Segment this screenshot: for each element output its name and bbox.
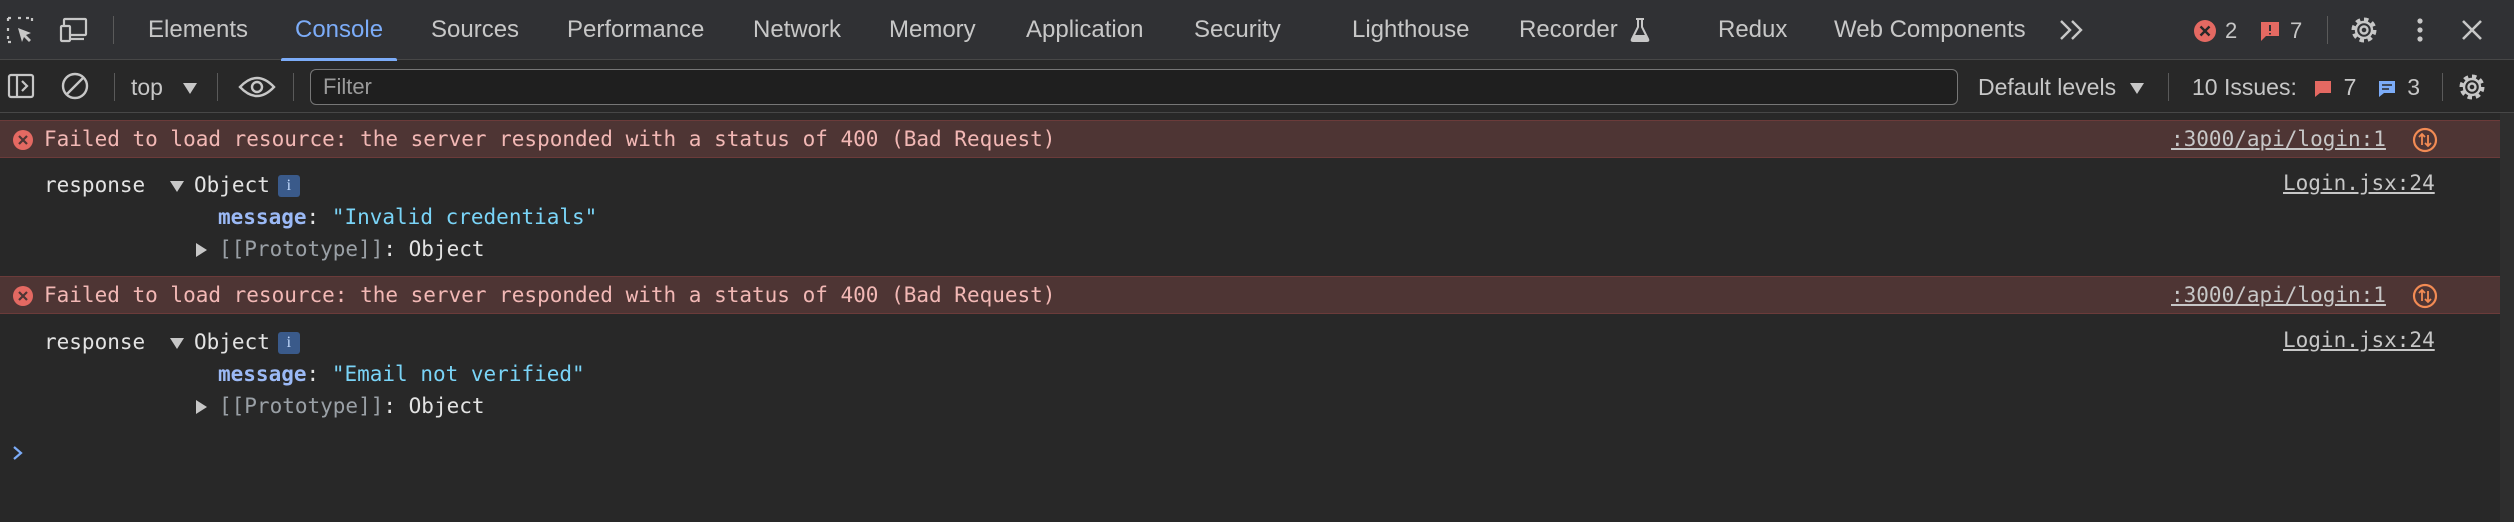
error-icon [13,286,33,306]
inspect-element-icon[interactable] [4,14,36,46]
console-settings-gear-icon[interactable] [2456,71,2488,103]
tab-performance[interactable]: Performance [567,0,704,60]
issues-info-count: 3 [2407,74,2420,100]
network-request-icon[interactable] [2412,127,2438,153]
warning-flag-icon [2315,80,2332,97]
tab-lighthouse[interactable]: Lighthouse [1352,0,1469,60]
devtools-tab-bar: Elements Console Sources Performance Net… [0,0,2514,61]
error-source-link[interactable]: :3000/api/login:1 [2171,127,2386,151]
chat-icon [2378,80,2395,97]
object-label: Object [194,330,270,354]
divider [217,73,218,101]
filter-input[interactable] [310,69,1958,105]
collapse-arrow-icon [196,243,207,257]
divider [293,73,294,101]
tab-security[interactable]: Security [1194,0,1281,60]
info-badge-icon[interactable]: i [277,175,300,197]
log-source-link[interactable]: Login.jsx:24 [2283,328,2435,352]
network-request-icon[interactable] [2412,283,2438,309]
tab-network[interactable]: Network [753,0,841,60]
error-message: Failed to load resource: the server resp… [0,120,2500,158]
object-toggle[interactable]: Object i [170,173,300,197]
log-label: response [44,330,146,354]
tab-redux[interactable]: Redux [1718,0,1787,60]
issues-summary[interactable]: 10 Issues: 7 3 [2192,61,2420,113]
divider [2168,73,2169,101]
object-label: Object [194,173,270,197]
prototype-label: [[Prototype]] [219,237,384,261]
tab-elements[interactable]: Elements [148,0,248,60]
error-counter[interactable]: 2 [2193,18,2237,44]
device-toolbar-icon[interactable] [58,14,90,46]
expand-arrow-icon [170,337,184,349]
console-toolbar: top Default levels 10 Issues: 7 3 [0,61,2514,113]
collapse-arrow-icon [196,400,207,414]
divider [2327,16,2328,44]
issues-label: 10 Issues: [2192,74,2297,100]
live-expression-eye-icon[interactable] [238,73,276,101]
close-icon[interactable] [2458,16,2486,44]
prototype-label: [[Prototype]] [219,394,384,418]
console-prompt-icon [13,446,23,460]
dropdown-arrow-icon [183,83,198,95]
error-source-link[interactable]: :3000/api/login:1 [2171,283,2386,307]
console-input[interactable] [34,436,2474,470]
more-vert-icon[interactable] [2408,14,2432,46]
prototype-toggle[interactable]: [[Prototype]]: Object [196,237,485,261]
info-badge-icon[interactable]: i [277,332,300,354]
error-message: Failed to load resource: the server resp… [0,276,2500,314]
property-key: message [218,362,307,386]
warning-counter[interactable]: 7 [2258,18,2302,44]
log-levels-dropdown[interactable]: Default levels [1978,61,2145,113]
tab-sources[interactable]: Sources [431,0,519,60]
error-count: 2 [2225,18,2238,43]
flask-icon [1630,18,1650,42]
tab-web-components[interactable]: Web Components [1834,0,2026,60]
divider [114,73,115,101]
context-label: top [131,74,163,100]
object-toggle[interactable]: Object i [170,330,300,354]
divider [2442,73,2443,101]
property-value: "Invalid credentials" [331,205,598,229]
error-text: Failed to load resource: the server resp… [44,127,1056,151]
warning-flag-icon [2261,22,2279,41]
log-entry: response [44,330,145,354]
log-entry: response [44,173,145,197]
tab-application[interactable]: Application [1026,0,1143,60]
log-levels-label: Default levels [1978,74,2117,100]
prototype-value: : Object [383,237,485,261]
context-selector[interactable]: top [131,61,198,113]
prototype-value: : Object [383,394,485,418]
scrollbar[interactable] [2500,113,2514,522]
dropdown-arrow-icon [2130,83,2145,95]
clear-console-icon[interactable] [60,71,90,101]
tab-console[interactable]: Console [280,0,398,61]
prototype-toggle[interactable]: [[Prototype]]: Object [196,394,485,418]
property-key: message [218,205,307,229]
divider [113,16,114,44]
issues-error-count: 7 [2343,74,2357,100]
error-icon [13,130,33,150]
tab-memory[interactable]: Memory [889,0,976,60]
object-property: message: "Email not verified" [218,362,585,386]
object-property: message: "Invalid credentials" [218,205,598,229]
expand-arrow-icon [170,180,184,192]
tab-recorder[interactable]: Recorder [1519,0,1650,60]
error-text: Failed to load resource: the server resp… [44,283,1056,307]
settings-gear-icon[interactable] [2348,14,2380,46]
property-value: "Email not verified" [331,362,585,386]
more-tabs-icon[interactable] [2058,18,2086,42]
tab-recorder-label: Recorder [1519,16,1618,43]
sidebar-toggle-icon[interactable] [6,71,36,101]
error-icon [2194,20,2216,42]
warning-count: 7 [2290,18,2303,43]
log-source-link[interactable]: Login.jsx:24 [2283,171,2435,195]
log-label: response [44,173,146,197]
